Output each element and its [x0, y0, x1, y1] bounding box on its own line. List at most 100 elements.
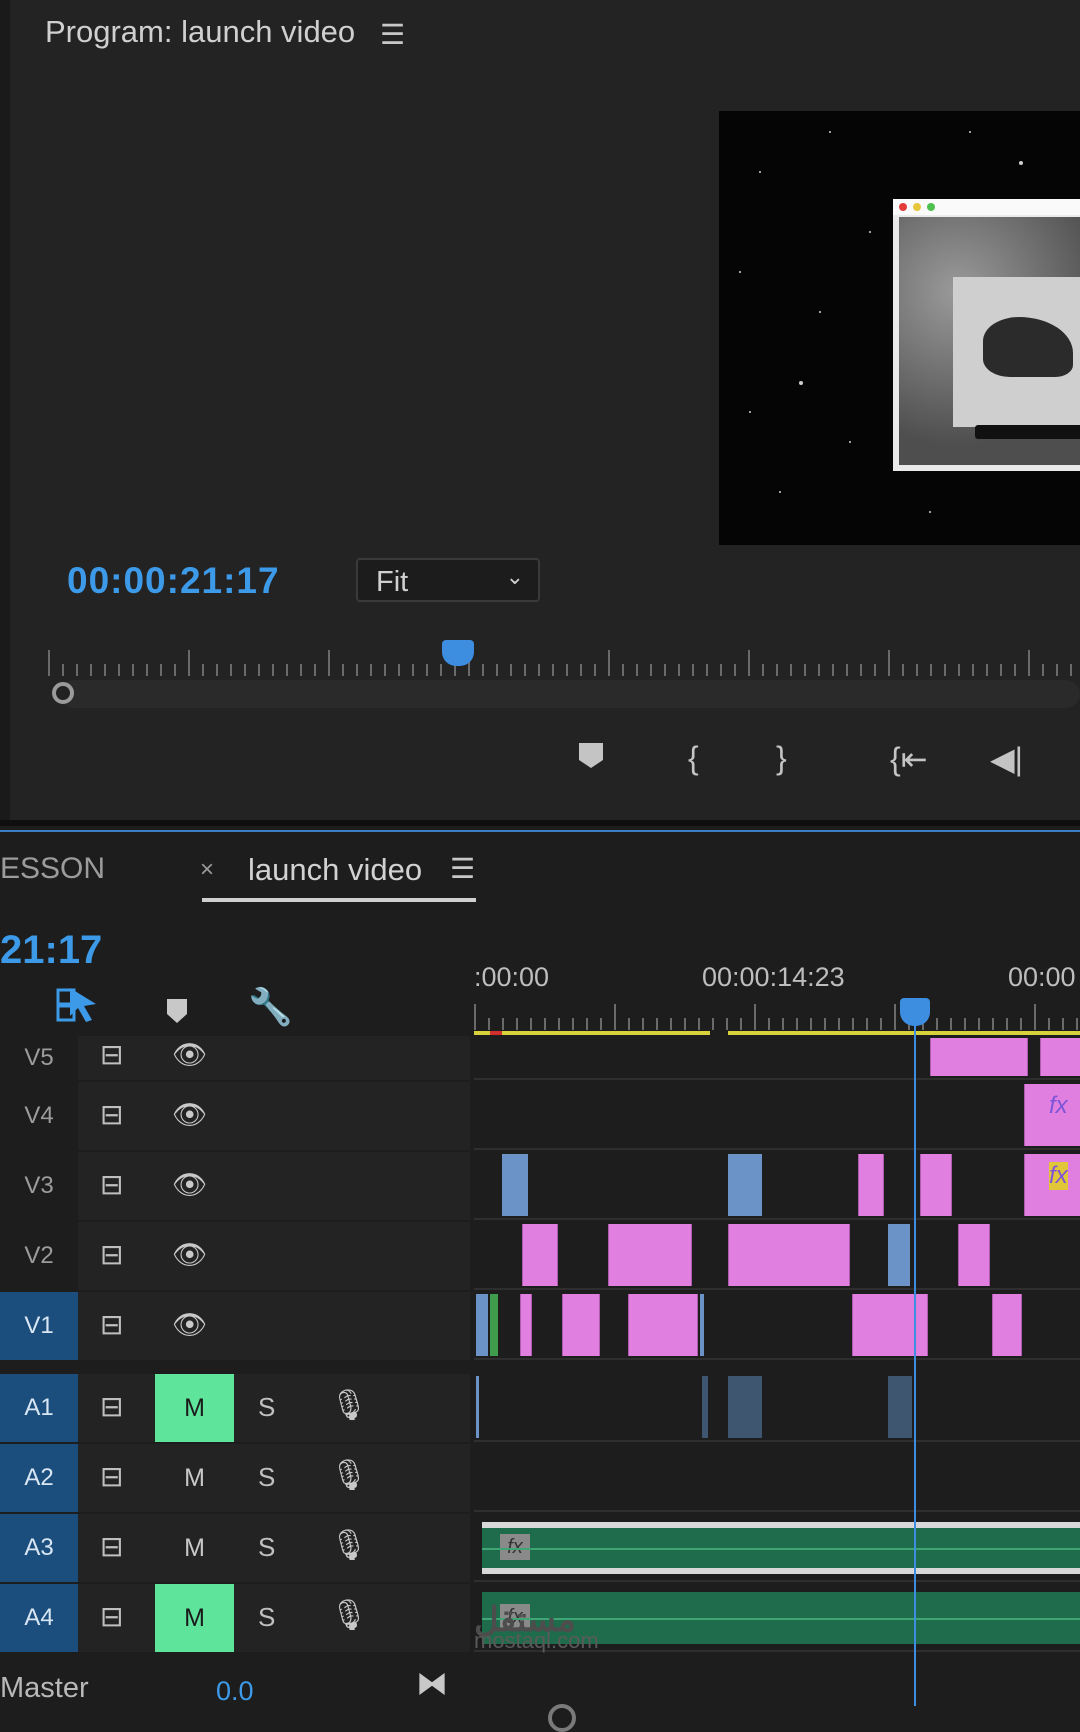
microphone-icon[interactable]: 🎙 — [330, 1598, 368, 1633]
video-clip[interactable] — [700, 1294, 704, 1356]
sync-lock-icon[interactable]: ⊟ — [100, 1168, 123, 1201]
video-clip[interactable] — [490, 1294, 498, 1356]
video-clip[interactable] — [628, 1294, 698, 1356]
video-clip[interactable] — [502, 1154, 528, 1216]
panel-divider[interactable] — [0, 820, 1080, 826]
microphone-icon[interactable]: 🎙 — [330, 1388, 368, 1423]
solo-button[interactable]: S — [258, 1462, 275, 1493]
mute-button[interactable]: M — [155, 1444, 234, 1512]
tab-lesson[interactable]: ESSON — [0, 852, 105, 886]
sync-lock-icon[interactable]: ⊟ — [100, 1390, 123, 1423]
work-area-bar[interactable] — [474, 1031, 710, 1035]
audio-clip[interactable] — [702, 1376, 708, 1438]
eye-icon[interactable]: 👁 — [172, 1168, 208, 1201]
marker-icon[interactable] — [576, 740, 606, 778]
scroll-handle[interactable] — [52, 682, 74, 704]
eye-icon[interactable]: 👁 — [172, 1038, 208, 1071]
close-icon[interactable]: × — [200, 856, 214, 884]
eye-icon[interactable]: 👁 — [172, 1308, 208, 1341]
eye-icon[interactable]: 👁 — [172, 1098, 208, 1131]
track-name[interactable]: A1 — [0, 1374, 78, 1442]
hamburger-menu-icon[interactable]: ☰ — [450, 852, 475, 885]
work-area-bar[interactable] — [728, 1031, 1080, 1035]
timeline-time-ruler[interactable] — [474, 1000, 1080, 1030]
video-clip[interactable] — [992, 1294, 1022, 1356]
sync-lock-icon[interactable]: ⊟ — [100, 1038, 123, 1071]
sync-lock-icon[interactable]: ⊟ — [100, 1098, 123, 1131]
mute-button[interactable]: M — [155, 1514, 234, 1582]
video-clip[interactable] — [728, 1154, 762, 1216]
track-lane[interactable] — [474, 1222, 1080, 1290]
step-back-icon[interactable]: ◀| — [990, 740, 1023, 778]
audio-clip[interactable] — [476, 1376, 479, 1438]
video-clip[interactable] — [1040, 1038, 1080, 1076]
mute-button[interactable]: M — [155, 1374, 234, 1442]
video-clip[interactable] — [562, 1294, 600, 1356]
video-clip[interactable] — [858, 1154, 884, 1216]
video-clip[interactable] — [608, 1224, 692, 1286]
track-lane[interactable] — [474, 1036, 1080, 1080]
zoom-scroll-bar[interactable] — [60, 680, 1080, 708]
video-clip[interactable]: fx — [1024, 1154, 1080, 1216]
video-clip[interactable] — [958, 1224, 990, 1286]
eye-icon[interactable]: 👁 — [172, 1238, 208, 1271]
collapse-bowtie-icon[interactable]: ⧓ — [416, 1664, 448, 1702]
mark-in-icon[interactable]: { — [688, 740, 699, 777]
solo-button[interactable]: S — [258, 1392, 275, 1423]
sync-lock-icon[interactable]: ⊟ — [100, 1460, 123, 1493]
audio-clip[interactable]: fx — [482, 1522, 1080, 1574]
solo-button[interactable]: S — [258, 1532, 275, 1563]
video-clip[interactable] — [852, 1294, 928, 1356]
settings-wrench-icon[interactable]: 🔧 — [248, 986, 293, 1028]
sync-lock-icon[interactable]: ⊟ — [100, 1238, 123, 1271]
track-lane[interactable] — [474, 1292, 1080, 1360]
mark-out-icon[interactable]: } — [776, 740, 787, 777]
zoom-select[interactable]: Fit ⌄ — [356, 558, 540, 602]
ruler-tick — [804, 664, 806, 676]
track-name[interactable]: A3 — [0, 1514, 78, 1582]
video-clip[interactable] — [930, 1038, 1028, 1076]
playhead-marker[interactable] — [442, 640, 474, 666]
video-clip[interactable] — [920, 1154, 952, 1216]
microphone-icon[interactable]: 🎙 — [330, 1528, 368, 1563]
video-clip[interactable] — [476, 1294, 488, 1356]
audio-clip[interactable] — [888, 1376, 912, 1438]
video-clip[interactable] — [522, 1224, 558, 1286]
timeline-playhead[interactable] — [900, 998, 930, 1026]
playhead-timecode[interactable]: 00:00:21:17 — [67, 560, 280, 602]
microphone-icon[interactable]: 🎙 — [330, 1458, 368, 1493]
track-name[interactable]: V1 — [0, 1292, 78, 1360]
mute-button[interactable]: M — [155, 1584, 234, 1652]
track-name[interactable]: V2 — [0, 1222, 78, 1290]
ruler-label: 00:00:14:23 — [702, 962, 845, 992]
tab-launch-video[interactable]: launch video — [248, 852, 422, 888]
scroll-handle[interactable] — [548, 1704, 576, 1732]
add-marker-icon[interactable] — [164, 996, 190, 1034]
video-clip[interactable]: fx — [1024, 1084, 1080, 1146]
program-time-ruler[interactable] — [48, 640, 1080, 676]
ruler-tick — [370, 664, 372, 676]
sync-lock-icon[interactable]: ⊟ — [100, 1530, 123, 1563]
track-lane[interactable] — [474, 1374, 1080, 1442]
volume-line[interactable] — [482, 1548, 1080, 1550]
video-clip[interactable] — [520, 1294, 532, 1356]
track-name[interactable]: V5 — [0, 1036, 78, 1080]
track-name[interactable]: V4 — [0, 1082, 78, 1150]
sync-lock-icon[interactable]: ⊟ — [100, 1308, 123, 1341]
track-name[interactable]: A4 — [0, 1584, 78, 1652]
track-lane[interactable]: fx — [474, 1152, 1080, 1220]
hamburger-menu-icon[interactable]: ☰ — [380, 18, 405, 51]
video-clip[interactable] — [888, 1224, 910, 1286]
video-clip[interactable] — [728, 1224, 850, 1286]
solo-button[interactable]: S — [258, 1602, 275, 1633]
track-lane[interactable] — [474, 1444, 1080, 1512]
track-name[interactable]: V3 — [0, 1152, 78, 1220]
timeline-timecode[interactable]: 21:17 — [0, 928, 102, 973]
track-name[interactable]: A2 — [0, 1444, 78, 1512]
master-volume-value[interactable]: 0.0 — [216, 1676, 254, 1707]
sync-lock-icon[interactable]: ⊟ — [100, 1600, 123, 1633]
go-to-in-icon[interactable]: {⇤ — [890, 740, 928, 778]
track-lane[interactable]: fx — [474, 1082, 1080, 1150]
linked-selection-icon[interactable] — [56, 986, 100, 1024]
audio-clip[interactable] — [728, 1376, 762, 1438]
